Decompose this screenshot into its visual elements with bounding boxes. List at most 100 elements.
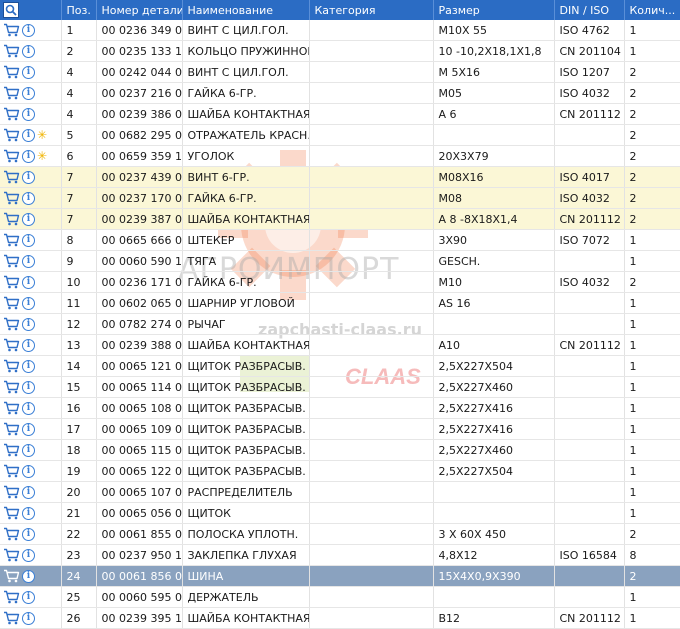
cart-icon[interactable]	[3, 401, 20, 415]
cart-icon[interactable]	[3, 590, 20, 604]
table-row[interactable]: i 2 00 0235 133 1 КОЛЬЦО ПРУЖИННОЕ 10 -10,2X…	[0, 40, 680, 62]
table-row[interactable]: i 7 00 0239 387 0 ШАЙБА КОНТАКТНАЯ A 8 -8X18…	[0, 208, 680, 230]
table-row[interactable]: i 19 00 0065 122 0 ЩИТОК РАЗБРАСЫВ. 2,5X227X…	[0, 460, 680, 482]
table-row[interactable]: i 23 00 0237 950 1 ЗАКЛЕПКА ГЛУХАЯ 4,8X12 ISO…	[0, 544, 680, 566]
cart-icon[interactable]	[3, 380, 20, 394]
info-icon[interactable]: i	[22, 401, 35, 415]
cart-icon[interactable]	[3, 485, 20, 499]
cart-icon[interactable]	[3, 443, 20, 457]
cart-icon[interactable]	[3, 422, 20, 436]
info-icon[interactable]: i	[22, 590, 35, 604]
header-pos[interactable]: Поз.	[61, 0, 97, 20]
info-icon[interactable]: i	[22, 569, 35, 583]
cart-icon[interactable]	[3, 86, 20, 100]
table-row[interactable]: i 4 00 0239 386 0 ШАЙБА КОНТАКТНАЯ A 6 CN 201…	[0, 103, 680, 125]
table-row[interactable]: i 17 00 0065 109 0 ЩИТОК РАЗБРАСЫВ. 2,5X227X…	[0, 418, 680, 440]
cart-icon[interactable]	[3, 170, 20, 184]
cart-icon[interactable]	[3, 296, 20, 310]
row-actions: i	[0, 187, 62, 209]
header-quantity[interactable]: Колич...	[624, 0, 680, 20]
info-icon[interactable]: i	[22, 23, 35, 37]
row-actions: i	[0, 376, 62, 398]
info-icon[interactable]: i	[22, 107, 35, 121]
cart-icon[interactable]	[3, 317, 20, 331]
table-row[interactable]: i ✳ 6 00 0659 359 1 УГОЛОК 20X3X79 2	[0, 145, 680, 167]
table-row[interactable]: i 7 00 0237 170 0 ГАЙКА 6-ГР. M08 ISO 4032 2	[0, 187, 680, 209]
table-row[interactable]: i 22 00 0061 855 0 ПОЛОСКА УПЛОТН. 3 X 60X 4…	[0, 523, 680, 545]
header-category[interactable]: Категория	[309, 0, 434, 20]
info-icon[interactable]: i	[22, 275, 35, 289]
table-row[interactable]: i 9 00 0060 590 1 ТЯГА GESCH. 1	[0, 250, 680, 272]
cart-icon[interactable]	[3, 275, 20, 289]
table-row[interactable]: i 24 00 0061 856 0 ШИНА 15X4X0,9X390 2	[0, 565, 680, 587]
table-row[interactable]: i 25 00 0060 595 0 ДЕРЖАТЕЛЬ 1	[0, 586, 680, 608]
table-row[interactable]: i 7 00 0237 439 0 ВИНТ 6-ГР. M08X16 ISO 4017 2	[0, 166, 680, 188]
info-icon[interactable]: i	[22, 317, 35, 331]
table-row[interactable]: i 12 00 0782 274 0 РЫЧАГ 1	[0, 313, 680, 335]
table-row[interactable]: i 26 00 0239 395 1 ШАЙБА КОНТАКТНАЯ B12 CN 20…	[0, 607, 680, 629]
info-icon[interactable]: i	[22, 506, 35, 520]
cart-icon[interactable]	[3, 611, 20, 625]
info-icon[interactable]: i	[22, 485, 35, 499]
cart-icon[interactable]	[3, 44, 20, 58]
cart-icon[interactable]	[3, 254, 20, 268]
table-row[interactable]: i 15 00 0065 114 0 ЩИТОК РАЗБРАСЫВ. 2,5X227X…	[0, 376, 680, 398]
header-size[interactable]: Размер	[433, 0, 555, 20]
info-icon[interactable]: i	[22, 254, 35, 268]
info-icon[interactable]: i	[22, 464, 35, 478]
info-icon[interactable]: i	[22, 338, 35, 352]
cart-icon[interactable]	[3, 569, 20, 583]
info-icon[interactable]: i	[22, 359, 35, 373]
info-icon[interactable]: i	[22, 422, 35, 436]
cart-icon[interactable]	[3, 191, 20, 205]
info-icon[interactable]: i	[22, 443, 35, 457]
table-row[interactable]: i 14 00 0065 121 0 ЩИТОК РАЗБРАСЫВ. 2,5X227X…	[0, 355, 680, 377]
info-icon[interactable]: i	[22, 611, 35, 625]
cart-icon[interactable]	[3, 548, 20, 562]
cart-icon[interactable]	[3, 527, 20, 541]
table-row[interactable]: i 11 00 0602 065 0 ШАРНИР УГЛОВОЙ AS 16 1	[0, 292, 680, 314]
info-icon[interactable]: i	[22, 170, 35, 184]
cell-size: M08X16	[433, 166, 555, 188]
info-icon[interactable]: i	[22, 128, 35, 142]
info-icon[interactable]: i	[22, 380, 35, 394]
table-row[interactable]: i 8 00 0665 666 0 ШТЕКЕР 3X90 ISO 7072 1	[0, 229, 680, 251]
header-name[interactable]: Наименование	[182, 0, 310, 20]
cart-icon[interactable]	[3, 128, 20, 142]
info-icon[interactable]: i	[22, 296, 35, 310]
cart-icon[interactable]	[3, 149, 20, 163]
table-row[interactable]: i 18 00 0065 115 0 ЩИТОК РАЗБРАСЫВ. 2,5X227X…	[0, 439, 680, 461]
search-icon[interactable]	[3, 2, 19, 18]
table-row[interactable]: i 20 00 0065 107 0 РАСПРЕДЕЛИТЕЛЬ 1	[0, 481, 680, 503]
cart-icon[interactable]	[3, 65, 20, 79]
cart-icon[interactable]	[3, 233, 20, 247]
table-row[interactable]: i 4 00 0242 044 0 ВИНТ С ЦИЛ.ГОЛ. M 5X16 ISO …	[0, 61, 680, 83]
table-row[interactable]: i 4 00 0237 216 0 ГАЙКА 6-ГР. M05 ISO 4032 2	[0, 82, 680, 104]
info-icon[interactable]: i	[22, 149, 35, 163]
table-row[interactable]: i ✳ 5 00 0682 295 0 ОТРАЖАТЕЛЬ КРАСН. 2	[0, 124, 680, 146]
info-icon[interactable]: i	[22, 212, 35, 226]
cart-icon[interactable]	[3, 464, 20, 478]
cart-icon[interactable]	[3, 338, 20, 352]
info-icon[interactable]: i	[22, 44, 35, 58]
cell-name: ЩИТОК РАЗБРАСЫВ.	[182, 418, 310, 440]
table-row[interactable]: i 1 00 0236 349 0 ВИНТ С ЦИЛ.ГОЛ. M10X 55 ISO…	[0, 20, 680, 41]
header-search-cell[interactable]	[0, 0, 62, 20]
cart-icon[interactable]	[3, 23, 20, 37]
cart-icon[interactable]	[3, 359, 20, 373]
info-icon[interactable]: i	[22, 527, 35, 541]
header-din-iso[interactable]: DIN / ISO	[554, 0, 625, 20]
table-row[interactable]: i 13 00 0239 388 0 ШАЙБА КОНТАКТНАЯ A10 CN 20…	[0, 334, 680, 356]
info-icon[interactable]: i	[22, 191, 35, 205]
table-row[interactable]: i 10 00 0236 171 0 ГАЙКА 6-ГР. M10 ISO 4032 2	[0, 271, 680, 293]
header-part-number[interactable]: Номер детали	[96, 0, 183, 20]
cart-icon[interactable]	[3, 212, 20, 226]
info-icon[interactable]: i	[22, 65, 35, 79]
cart-icon[interactable]	[3, 107, 20, 121]
cart-icon[interactable]	[3, 506, 20, 520]
info-icon[interactable]: i	[22, 86, 35, 100]
info-icon[interactable]: i	[22, 233, 35, 247]
info-icon[interactable]: i	[22, 548, 35, 562]
table-row[interactable]: i 21 00 0065 056 0 ЩИТОК 1	[0, 502, 680, 524]
table-row[interactable]: i 16 00 0065 108 0 ЩИТОК РАЗБРАСЫВ. 2,5X227X…	[0, 397, 680, 419]
